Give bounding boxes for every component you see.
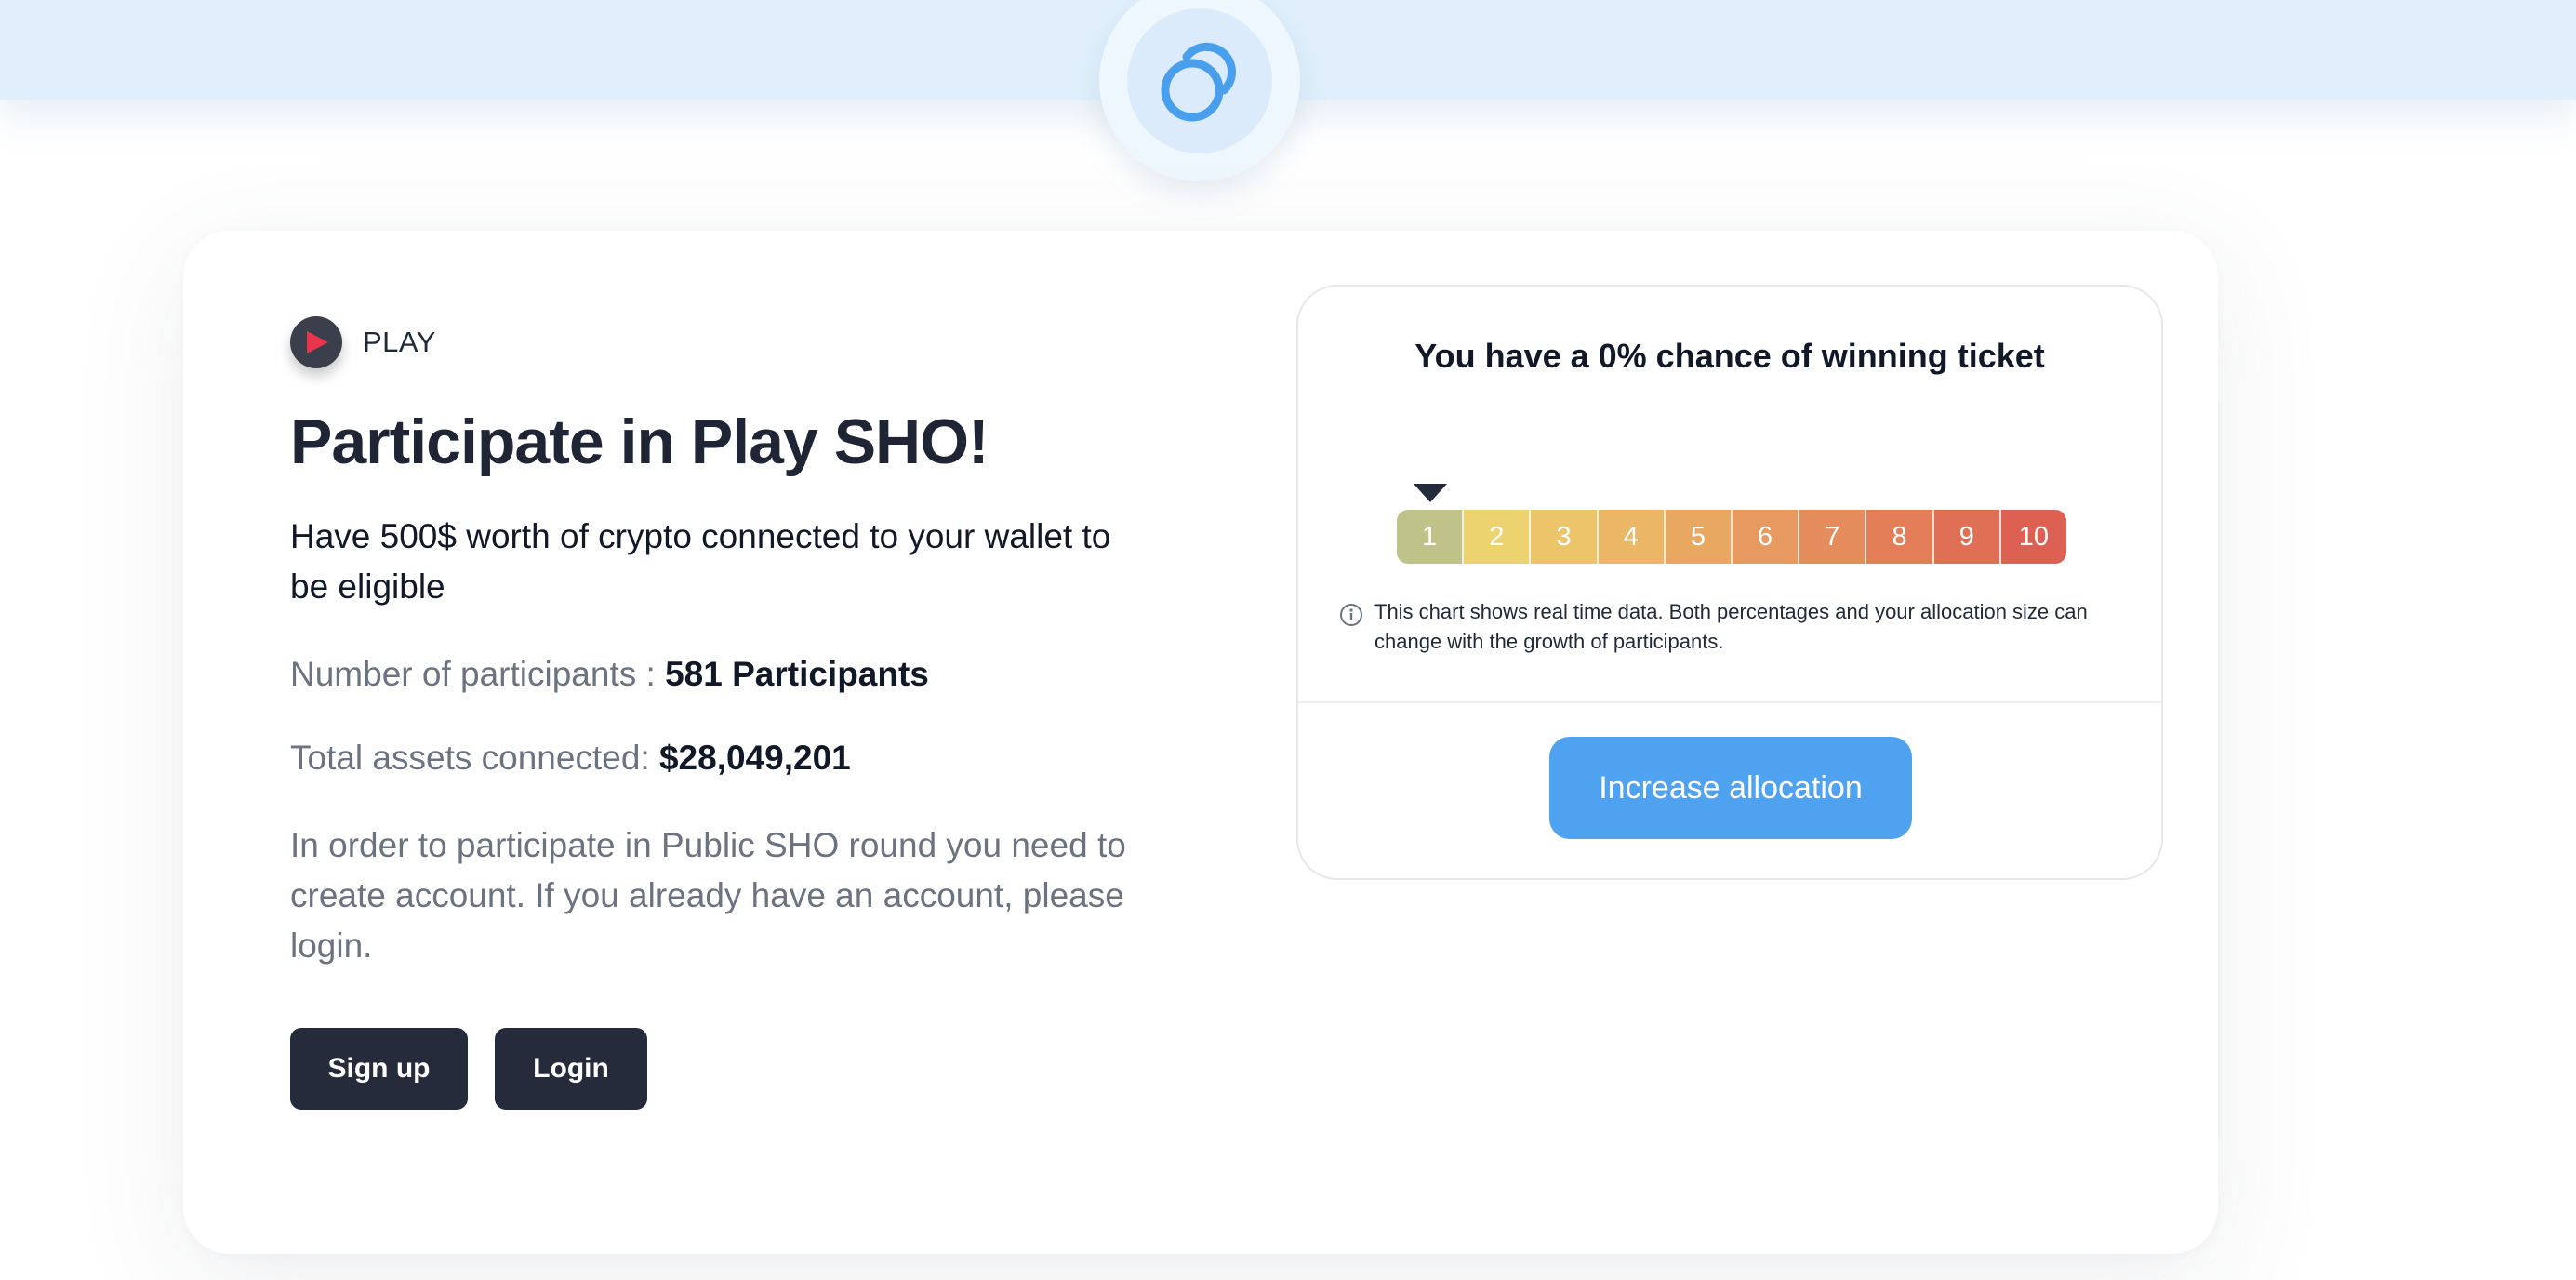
chance-title: You have a 0% chance of winning ticket — [1414, 337, 2045, 375]
participants-value: 581 Participants — [665, 655, 929, 693]
scale-segment: 5 — [1665, 510, 1733, 564]
scale-segment: 4 — [1598, 510, 1666, 564]
participants-label: Number of participants : — [290, 655, 656, 693]
scale-segment: 1 — [1397, 510, 1465, 564]
play-icon — [290, 316, 342, 368]
scale-segment: 6 — [1733, 510, 1800, 564]
login-button[interactable]: Login — [495, 1028, 647, 1110]
panel-divider — [1298, 701, 2161, 703]
scale-segment: 8 — [1866, 510, 1934, 564]
chance-scale: 1 2 3 4 5 6 7 8 9 10 — [1397, 510, 2066, 564]
scale-segment: 9 — [1933, 510, 2001, 564]
scale-segment: 10 — [2000, 510, 2066, 564]
increase-allocation-button[interactable]: Increase allocation — [1549, 737, 1912, 839]
scale-segment: 3 — [1531, 510, 1599, 564]
assets-value: $28,049,201 — [658, 739, 851, 777]
assets-stat: Total assets connected: $28,049,201 — [290, 739, 851, 778]
page-title: Participate in Play SHO! — [290, 407, 989, 477]
account-notice: In order to participate in Public SHO ro… — [290, 826, 1126, 965]
info-note: This chart shows real time data. Both pe… — [1339, 597, 2130, 657]
scale-segment: 7 — [1799, 510, 1867, 564]
participants-stat: Number of participants : 581 Participant… — [290, 655, 929, 694]
info-text: This chart shows real time data. Both pe… — [1374, 600, 2088, 653]
eligibility-text: Have 500$ worth of crypto connected to y… — [290, 517, 1111, 606]
scale-segment: 2 — [1464, 510, 1532, 564]
linked-rings-icon — [1161, 42, 1236, 122]
signup-button[interactable]: Sign up — [290, 1028, 468, 1110]
site-logo[interactable] — [1099, 0, 1300, 181]
assets-label: Total assets connected: — [290, 739, 650, 777]
info-icon — [1340, 604, 1362, 626]
current-level-marker — [1414, 484, 1447, 502]
chance-panel: You have a 0% chance of winning ticket 1… — [1296, 285, 2163, 880]
token-name: PLAY — [363, 326, 436, 358]
token-badge: PLAY — [290, 316, 436, 368]
